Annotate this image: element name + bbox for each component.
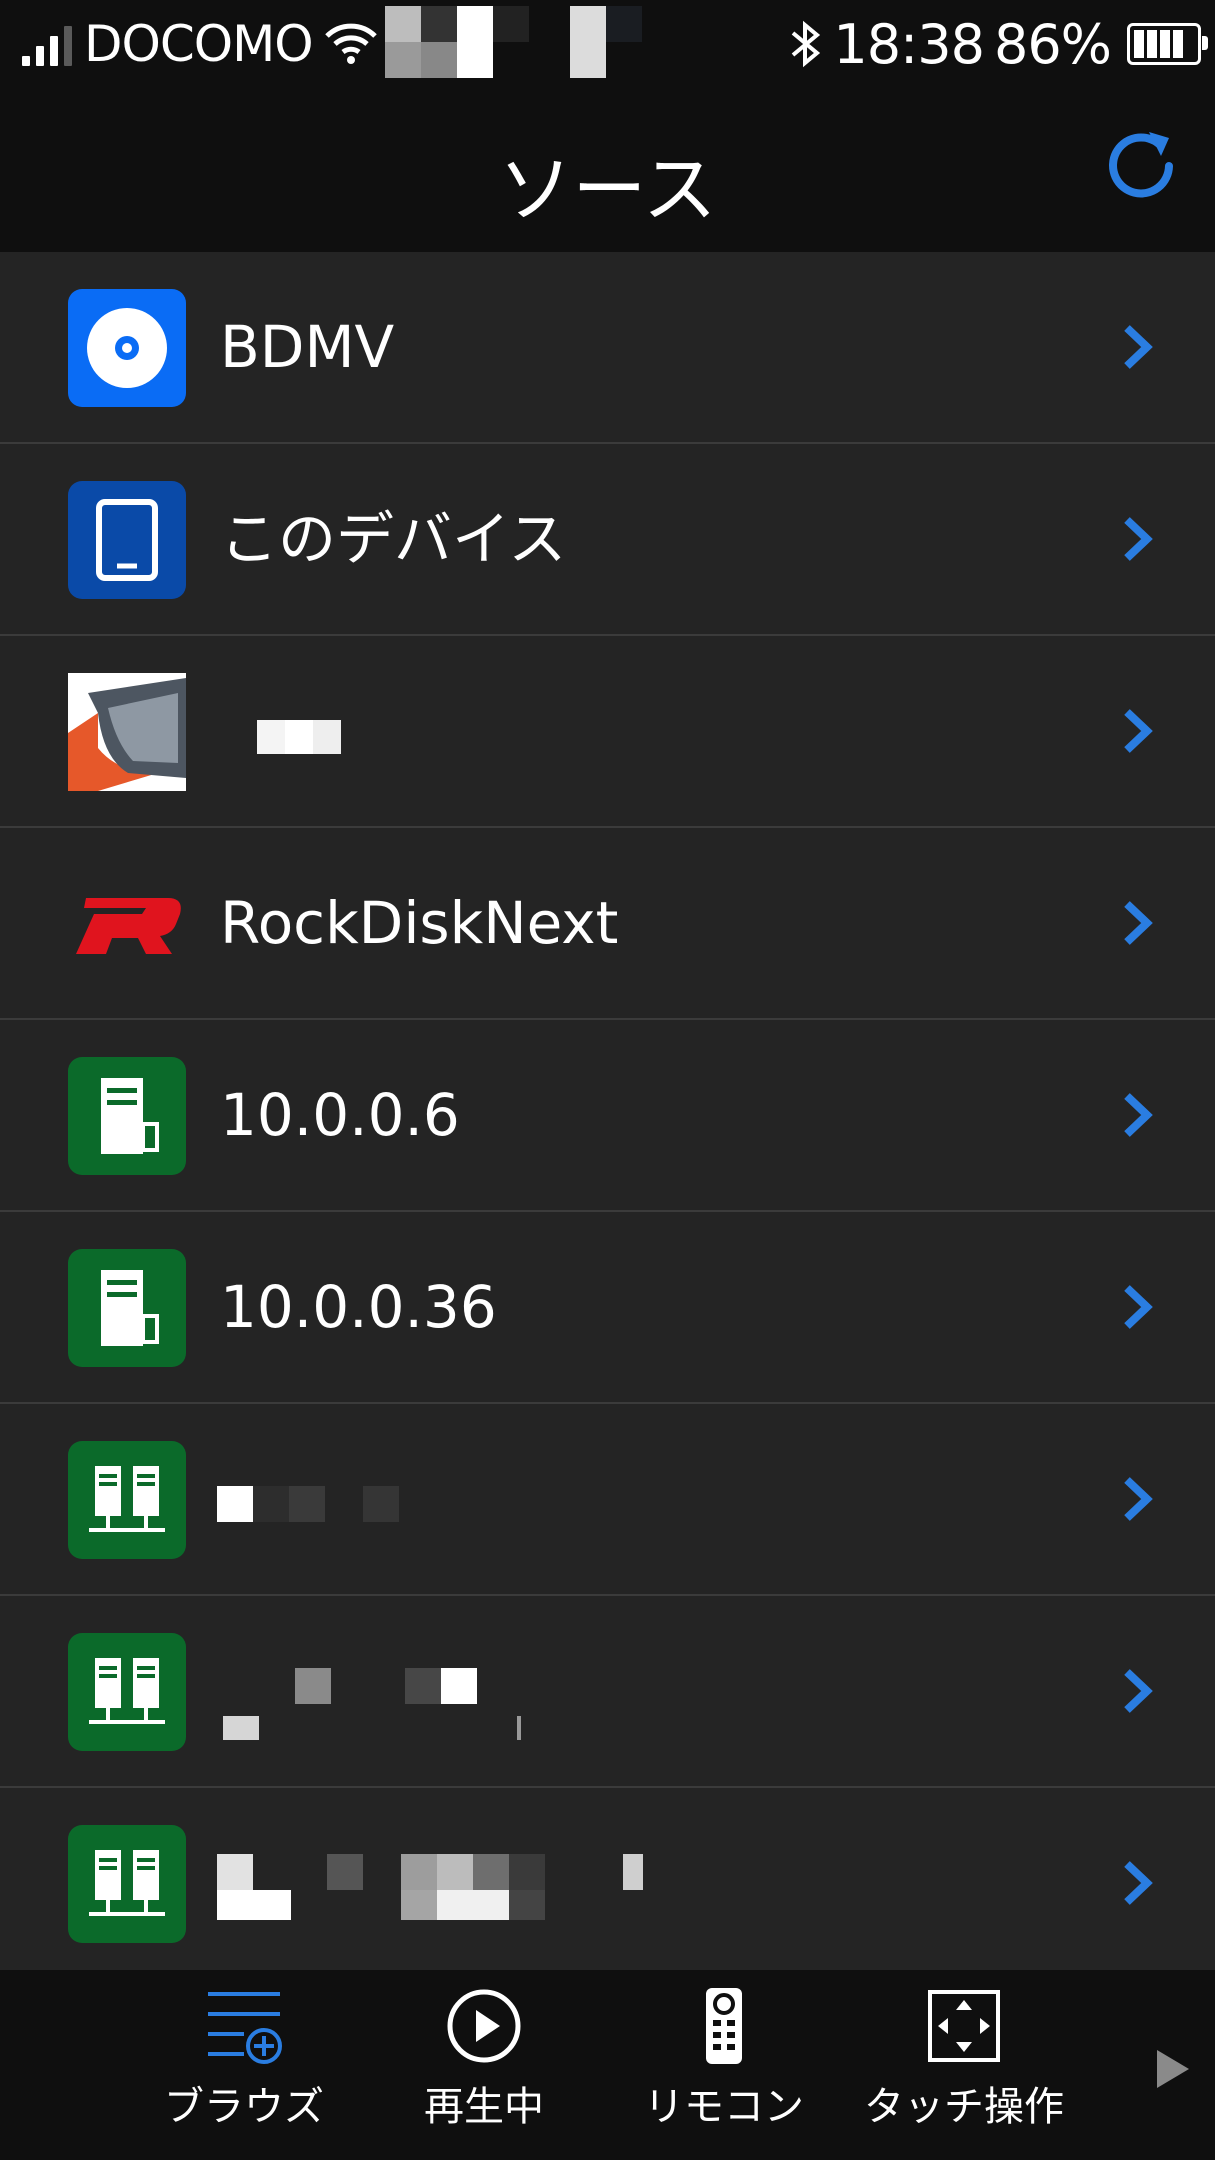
status-right: 18:38 86% bbox=[787, 12, 1208, 76]
page-title: ソース bbox=[498, 147, 717, 233]
battery-icon bbox=[1127, 23, 1208, 65]
chevron-right-icon bbox=[1124, 1669, 1153, 1713]
tab-label: タッチ操作 bbox=[864, 2084, 1064, 2130]
list-item-label: BDMV bbox=[220, 313, 395, 381]
list-item-network-share-1[interactable] bbox=[0, 1404, 1215, 1596]
redacted-area bbox=[385, 6, 645, 78]
network-servers-icon bbox=[68, 1825, 186, 1943]
redacted-label bbox=[215, 1596, 675, 1786]
network-servers-icon bbox=[68, 1441, 186, 1559]
list-item-rockdisknext[interactable]: RockDiskNext bbox=[0, 828, 1215, 1020]
redacted-label bbox=[215, 636, 675, 826]
list-item-bdmv[interactable]: BDMV bbox=[0, 252, 1215, 444]
status-bar: DOCOMO 18:38 86% bbox=[0, 0, 1215, 90]
redacted-label bbox=[215, 1788, 675, 1978]
chevron-right-icon bbox=[1124, 1285, 1153, 1329]
tab-now-playing[interactable]: 再生中 bbox=[374, 1986, 594, 2156]
list-item-label: RockDiskNext bbox=[220, 889, 619, 957]
chevron-right-icon bbox=[1124, 1093, 1153, 1137]
more-tabs-arrow-icon[interactable] bbox=[1153, 2046, 1193, 2092]
tab-touch-control[interactable]: タッチ操作 bbox=[854, 1986, 1074, 2156]
list-item-this-device[interactable]: このデバイス bbox=[0, 444, 1215, 636]
tab-label: ブラウズ bbox=[164, 2084, 324, 2130]
source-list: BDMV このデバイス RockDiskNext 10.0.0.6 10.0.0… bbox=[0, 252, 1215, 1980]
list-item-network-share-3[interactable] bbox=[0, 1788, 1215, 1980]
wifi-icon bbox=[324, 23, 377, 64]
tab-remote[interactable]: リモコン bbox=[614, 1986, 834, 2156]
touch-icon bbox=[928, 1990, 1000, 2062]
chevron-right-icon bbox=[1124, 1861, 1153, 1905]
battery-percent: 86% bbox=[993, 12, 1112, 76]
chevron-right-icon bbox=[1124, 1477, 1153, 1521]
browse-icon bbox=[208, 1992, 282, 2064]
refresh-icon[interactable] bbox=[1103, 126, 1183, 206]
chevron-right-icon bbox=[1124, 709, 1153, 753]
list-item-app-source[interactable] bbox=[0, 636, 1215, 828]
tab-browse[interactable]: ブラウズ bbox=[134, 1986, 354, 2156]
chevron-right-icon bbox=[1124, 901, 1153, 945]
list-item-label: このデバイス bbox=[220, 505, 567, 573]
chevron-right-icon bbox=[1124, 325, 1153, 369]
tab-bar: ブラウズ 再生中 リモコン タッチ操作 bbox=[0, 1970, 1215, 2160]
list-item-server-10-0-0-6[interactable]: 10.0.0.6 bbox=[0, 1020, 1215, 1212]
network-servers-icon bbox=[68, 1633, 186, 1751]
remote-icon bbox=[706, 1988, 742, 2064]
carrier-name: DOCOMO bbox=[84, 15, 314, 73]
tab-label: 再生中 bbox=[424, 2084, 544, 2130]
list-item-network-share-2[interactable] bbox=[0, 1596, 1215, 1788]
status-left: DOCOMO bbox=[22, 14, 379, 74]
play-icon bbox=[447, 1989, 521, 2063]
server-icon bbox=[68, 1249, 186, 1367]
list-item-server-10-0-0-36[interactable]: 10.0.0.36 bbox=[0, 1212, 1215, 1404]
signal-icon bbox=[22, 22, 72, 66]
bluetooth-icon bbox=[792, 20, 821, 68]
rockdisk-logo-icon bbox=[68, 865, 186, 983]
disc-icon bbox=[68, 289, 186, 407]
navigation-bar: ソース bbox=[0, 90, 1215, 252]
clock: 18:38 bbox=[833, 12, 985, 76]
server-icon bbox=[68, 1057, 186, 1175]
list-item-label: 10.0.0.6 bbox=[220, 1081, 460, 1149]
tab-label: リモコン bbox=[644, 2084, 804, 2130]
tablet-icon bbox=[68, 481, 186, 599]
chevron-right-icon bbox=[1124, 517, 1153, 561]
app-logo-icon bbox=[68, 673, 186, 791]
redacted-label bbox=[215, 1404, 675, 1594]
list-item-label: 10.0.0.36 bbox=[220, 1273, 497, 1341]
